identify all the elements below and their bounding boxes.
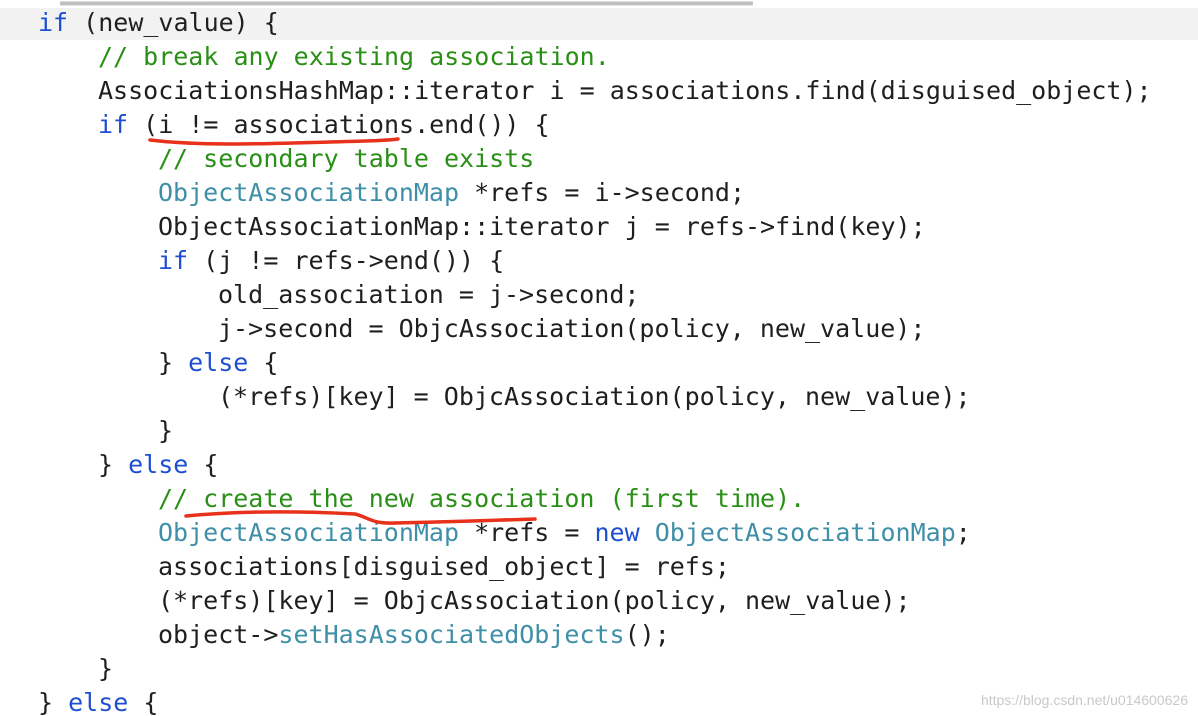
code-line: (*refs)[key] = ObjcAssociation(policy, n… <box>0 584 1198 618</box>
code-token: } <box>158 348 189 377</box>
code-line: // create the new association (first tim… <box>0 482 1198 516</box>
code-line: if (i != associations.end()) { <box>0 108 1198 142</box>
code-line: // break any existing association. <box>0 40 1198 74</box>
code-token: (i != associations.end()) { <box>128 110 550 139</box>
code-line: ObjectAssociationMap *refs = i->second; <box>0 176 1198 210</box>
code-token: old_association = j->second; <box>218 280 640 309</box>
code-line: } <box>0 652 1198 686</box>
code-line: old_association = j->second; <box>0 278 1198 312</box>
code-token: (j != refs->end()) { <box>188 246 505 275</box>
code-token: (); <box>624 620 670 649</box>
code-line: associations[disguised_object] = refs; <box>0 550 1198 584</box>
code-token: } <box>98 654 114 683</box>
code-token: setHasAssociatedObjects <box>278 620 625 649</box>
code-token: (*refs)[key] = ObjcAssociation(policy, n… <box>158 586 911 615</box>
code-line: if (j != refs->end()) { <box>0 244 1198 278</box>
code-token: // create the new association (first tim… <box>158 484 806 513</box>
code-token: associations[disguised_object] = refs; <box>158 552 730 581</box>
code-token: } <box>158 416 174 445</box>
code-line: } else { <box>0 346 1198 380</box>
code-line: object->setHasAssociatedObjects(); <box>0 618 1198 652</box>
code-line: ObjectAssociationMap::iterator j = refs-… <box>0 210 1198 244</box>
code-token: if <box>38 8 69 37</box>
code-line: // secondary table exists <box>0 142 1198 176</box>
code-area[interactable]: if (new_value) { // break any existing a… <box>0 6 1198 716</box>
code-token: else <box>188 348 249 377</box>
code-token: j->second = ObjcAssociation(policy, new_… <box>218 314 926 343</box>
code-line: (*refs)[key] = ObjcAssociation(policy, n… <box>0 380 1198 414</box>
code-token: object-> <box>158 620 279 649</box>
code-line: ObjectAssociationMap *refs = new ObjectA… <box>0 516 1198 550</box>
code-token: ObjectAssociationMap <box>654 518 956 547</box>
code-token: ObjectAssociationMap <box>158 518 460 547</box>
code-token: } <box>98 450 129 479</box>
code-token: else <box>68 688 129 716</box>
code-token: // break any existing association. <box>98 42 610 71</box>
code-token: ObjectAssociationMap::iterator j = refs-… <box>158 212 926 241</box>
code-token: (*refs)[key] = ObjcAssociation(policy, n… <box>218 382 971 411</box>
code-line: } else { <box>0 448 1198 482</box>
code-line: AssociationsHashMap::iterator i = associ… <box>0 74 1198 108</box>
code-token: (new_value) { <box>68 8 279 37</box>
code-token: } <box>38 688 69 716</box>
code-token: { <box>188 450 219 479</box>
code-token: { <box>128 688 159 716</box>
watermark: https://blog.csdn.net/u014600626 <box>980 692 1188 708</box>
code-token: if <box>98 110 129 139</box>
code-token: ; <box>955 518 971 547</box>
code-token: new <box>594 518 640 547</box>
code-token: ObjectAssociationMap <box>158 178 460 207</box>
code-token: if <box>158 246 189 275</box>
code-token: { <box>248 348 279 377</box>
code-token: AssociationsHashMap::iterator i = associ… <box>98 76 1152 105</box>
code-line: } <box>0 414 1198 448</box>
code-token: *refs = <box>459 518 595 547</box>
code-editor[interactable]: ▁▁▁▁▁▁▁▁▁▁▁▁▁▁▁▁▁▁▁▁▁▁▁▁▁▁▁▁▁▁▁▁▁▁▁▁▁▁▁▁… <box>0 0 1198 716</box>
code-token: else <box>128 450 189 479</box>
code-line: j->second = ObjcAssociation(policy, new_… <box>0 312 1198 346</box>
code-token: *refs = i->second; <box>459 178 746 207</box>
code-line: if (new_value) { <box>0 6 1198 40</box>
code-token: // secondary table exists <box>158 144 535 173</box>
